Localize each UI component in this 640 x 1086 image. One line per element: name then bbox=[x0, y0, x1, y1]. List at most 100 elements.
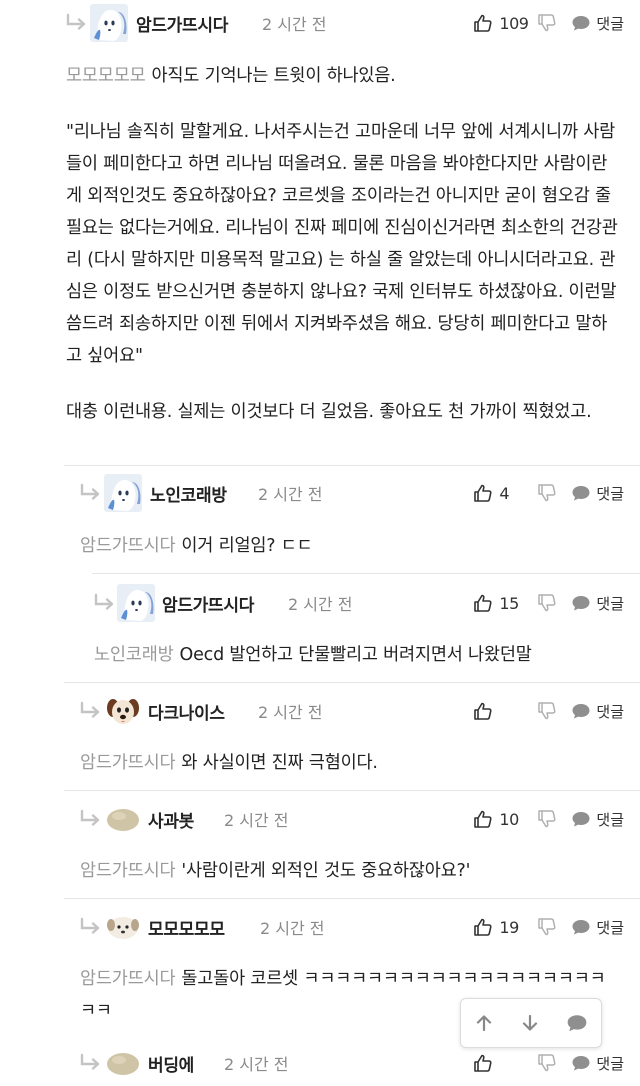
nickname[interactable]: 다크나이스 bbox=[148, 699, 225, 724]
divider bbox=[64, 465, 640, 466]
comment-body: 암드가뜨시다 와 사실이면 진짜 극혐이다. bbox=[80, 747, 620, 779]
reply-button[interactable]: 댓글 bbox=[571, 1053, 624, 1074]
timestamp: 2 시간 전 bbox=[262, 15, 327, 34]
reply-arrow-icon bbox=[78, 483, 104, 503]
speech-bubble-icon bbox=[566, 1013, 588, 1033]
timestamp: 2 시간 전 bbox=[258, 703, 323, 722]
nickname[interactable]: 모모모모모 bbox=[148, 915, 225, 940]
speech-bubble-icon bbox=[571, 702, 591, 720]
avatar[interactable] bbox=[106, 1050, 140, 1076]
scroll-up-button[interactable] bbox=[474, 1013, 494, 1033]
dislike-button[interactable] bbox=[529, 809, 565, 829]
comment-text: '사람이란게 외적인 것도 중요하잖아요?' bbox=[181, 861, 471, 881]
avatar[interactable] bbox=[90, 4, 128, 42]
reply-button[interactable]: 댓글 bbox=[571, 701, 624, 722]
speech-bubble-icon bbox=[571, 810, 591, 828]
mention[interactable]: 암드가뜨시다 bbox=[80, 861, 176, 881]
nickname[interactable]: 사과봇 bbox=[148, 807, 194, 832]
comment-text: 이거 리얼임? ㄷㄷ bbox=[181, 536, 313, 556]
like-button[interactable]: 109 bbox=[473, 13, 529, 33]
comment-text: 대충 이런내용. 실제는 이것보다 더 길었음. 좋아요도 천 가까이 찍혔었고… bbox=[66, 402, 592, 422]
reply-button[interactable]: 댓글 bbox=[571, 917, 624, 938]
mention[interactable]: 암드가뜨시다 bbox=[80, 536, 176, 556]
reply-arrow-icon bbox=[92, 593, 118, 613]
comment-actions: 109 댓글 bbox=[473, 0, 624, 46]
dislike-button[interactable] bbox=[529, 1053, 565, 1073]
comment-body: 암드가뜨시다 '사람이란게 외적인 것도 중요하잖아요?' bbox=[80, 855, 620, 887]
nickname[interactable]: 암드가뜨시다 bbox=[136, 11, 228, 36]
mention[interactable]: 노인코래방 bbox=[94, 645, 174, 665]
comment-jump-button[interactable] bbox=[566, 1013, 588, 1033]
like-button[interactable]: 19 bbox=[473, 917, 529, 937]
divider bbox=[92, 573, 640, 574]
thumbs-down-icon bbox=[537, 13, 557, 33]
divider bbox=[64, 898, 640, 899]
speech-bubble-icon bbox=[571, 14, 591, 32]
mention[interactable]: 모모모모모 bbox=[66, 66, 146, 86]
like-count: 10 bbox=[499, 809, 519, 829]
speech-bubble-icon bbox=[571, 594, 591, 612]
like-button[interactable]: 15 bbox=[473, 593, 529, 613]
floating-nav bbox=[460, 998, 602, 1048]
reply-button[interactable]: 댓글 bbox=[571, 809, 624, 830]
reply-button[interactable]: 댓글 bbox=[571, 593, 624, 614]
mention[interactable]: 암드가뜨시다 bbox=[80, 969, 176, 989]
reply-button[interactable]: 댓글 bbox=[571, 13, 624, 34]
comment-text: "리나님 솔직히 말할게요. 나서주시는건 고마운데 너무 앞에 서계시니까 사… bbox=[66, 122, 618, 366]
divider bbox=[64, 682, 640, 683]
like-button[interactable] bbox=[473, 1053, 529, 1073]
arrow-up-icon bbox=[474, 1013, 494, 1033]
timestamp: 2 시간 전 bbox=[260, 919, 325, 938]
speech-bubble-icon bbox=[571, 1054, 591, 1072]
reply-label: 댓글 bbox=[596, 1054, 624, 1073]
avatar[interactable] bbox=[104, 474, 142, 512]
reply-button[interactable]: 댓글 bbox=[571, 483, 624, 504]
like-button[interactable] bbox=[473, 701, 529, 721]
thumbs-down-icon bbox=[537, 917, 557, 937]
comment-text: Oecd 발언하고 단물빨리고 버려지면서 나왔던말 bbox=[179, 645, 532, 665]
avatar[interactable] bbox=[104, 692, 142, 730]
timestamp: 2 시간 전 bbox=[224, 1055, 289, 1074]
comment-actions: 4 댓글 bbox=[473, 470, 624, 516]
thumbs-up-icon bbox=[473, 593, 493, 613]
dislike-button[interactable] bbox=[529, 917, 565, 937]
reply-arrow-icon bbox=[78, 701, 104, 721]
thumbs-up-icon bbox=[473, 917, 493, 937]
nickname[interactable]: 암드가뜨시다 bbox=[162, 591, 254, 616]
reply-label: 댓글 bbox=[596, 918, 624, 937]
comment-body: 모모모모모 아직도 기억나는 트윗이 하나있음. "리나님 솔직히 말할게요. 나… bbox=[66, 60, 622, 428]
reply-label: 댓글 bbox=[596, 14, 624, 33]
dislike-button[interactable] bbox=[529, 593, 565, 613]
comment-body: 노인코래방 Oecd 발언하고 단물빨리고 버려지면서 나왔던말 bbox=[94, 639, 624, 671]
thumbs-down-icon bbox=[537, 701, 557, 721]
comment-text: 아직도 기억나는 트윗이 하나있음. bbox=[151, 66, 396, 86]
dislike-button[interactable] bbox=[529, 483, 565, 503]
speech-bubble-icon bbox=[571, 918, 591, 936]
dislike-button[interactable] bbox=[529, 701, 565, 721]
like-button[interactable]: 4 bbox=[473, 483, 529, 503]
dislike-button[interactable] bbox=[529, 13, 565, 33]
like-count: 15 bbox=[499, 593, 519, 613]
like-button[interactable]: 10 bbox=[473, 809, 529, 829]
avatar[interactable] bbox=[106, 914, 140, 940]
reply-arrow-icon bbox=[78, 917, 104, 937]
like-count: 19 bbox=[499, 917, 519, 937]
thumbs-up-icon bbox=[473, 1053, 493, 1073]
nickname[interactable]: 노인코래방 bbox=[150, 481, 227, 506]
mention[interactable]: 암드가뜨시다 bbox=[80, 753, 176, 773]
timestamp: 2 시간 전 bbox=[288, 595, 353, 614]
comment-actions: 15 댓글 bbox=[473, 580, 624, 626]
reply-label: 댓글 bbox=[596, 810, 624, 829]
thumbs-down-icon bbox=[537, 483, 557, 503]
like-count: 109 bbox=[499, 13, 529, 33]
scroll-down-button[interactable] bbox=[520, 1013, 540, 1033]
like-count: 4 bbox=[499, 483, 510, 503]
reply-label: 댓글 bbox=[596, 702, 624, 721]
thumbs-up-icon bbox=[473, 701, 493, 721]
divider bbox=[64, 790, 640, 791]
avatar[interactable] bbox=[117, 584, 155, 622]
timestamp: 2 시간 전 bbox=[258, 485, 323, 504]
comment-actions: 19 댓글 bbox=[473, 904, 624, 950]
avatar[interactable] bbox=[106, 806, 140, 832]
comment-actions: 10 댓글 bbox=[473, 796, 624, 842]
